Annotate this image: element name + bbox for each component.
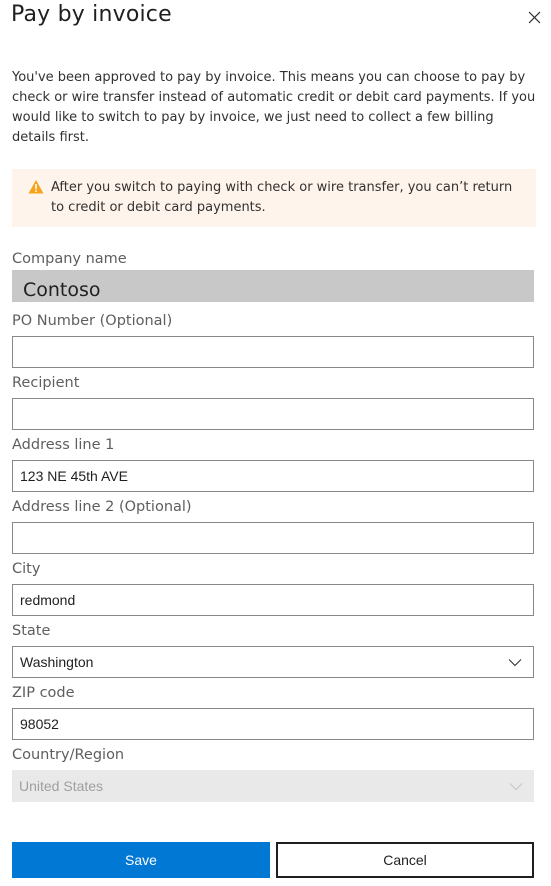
po-number-label: PO Number (Optional) [12, 313, 173, 329]
warning-text: After you switch to paying with check or… [51, 180, 513, 215]
dialog-title: Pay by invoice [11, 2, 172, 27]
warning-icon [28, 180, 44, 194]
country-region-dropdown: United States [12, 770, 534, 802]
address-line-2-label: Address line 2 (Optional) [12, 499, 192, 515]
close-icon [528, 11, 540, 23]
state-label: State [12, 623, 51, 639]
chevron-down-icon [508, 659, 522, 667]
state-value: Washington [20, 654, 94, 670]
company-name-field: Contoso [12, 270, 534, 302]
close-button[interactable] [523, 6, 545, 28]
recipient-label: Recipient [12, 375, 80, 391]
company-name-label: Company name [12, 251, 127, 267]
cancel-button[interactable]: Cancel [276, 842, 534, 878]
dialog-description: You've been approved to pay by invoice. … [12, 70, 536, 145]
recipient-input[interactable] [12, 398, 534, 430]
zip-code-label: ZIP code [12, 685, 75, 701]
city-label: City [12, 561, 41, 577]
warning-banner: After you switch to paying with check or… [12, 169, 536, 227]
address-line-1-input[interactable]: 123 NE 45th AVE [12, 460, 534, 492]
save-button[interactable]: Save [12, 842, 270, 878]
address-line-1-label: Address line 1 [12, 437, 115, 453]
address-line-2-input[interactable] [12, 522, 534, 554]
chevron-down-icon [509, 783, 523, 791]
po-number-input[interactable] [12, 336, 534, 368]
zip-code-input[interactable]: 98052 [12, 708, 534, 740]
state-dropdown[interactable]: Washington [12, 646, 534, 678]
country-region-value: United States [19, 778, 104, 794]
country-region-label: Country/Region [12, 747, 125, 763]
city-input[interactable]: redmond [12, 584, 534, 616]
